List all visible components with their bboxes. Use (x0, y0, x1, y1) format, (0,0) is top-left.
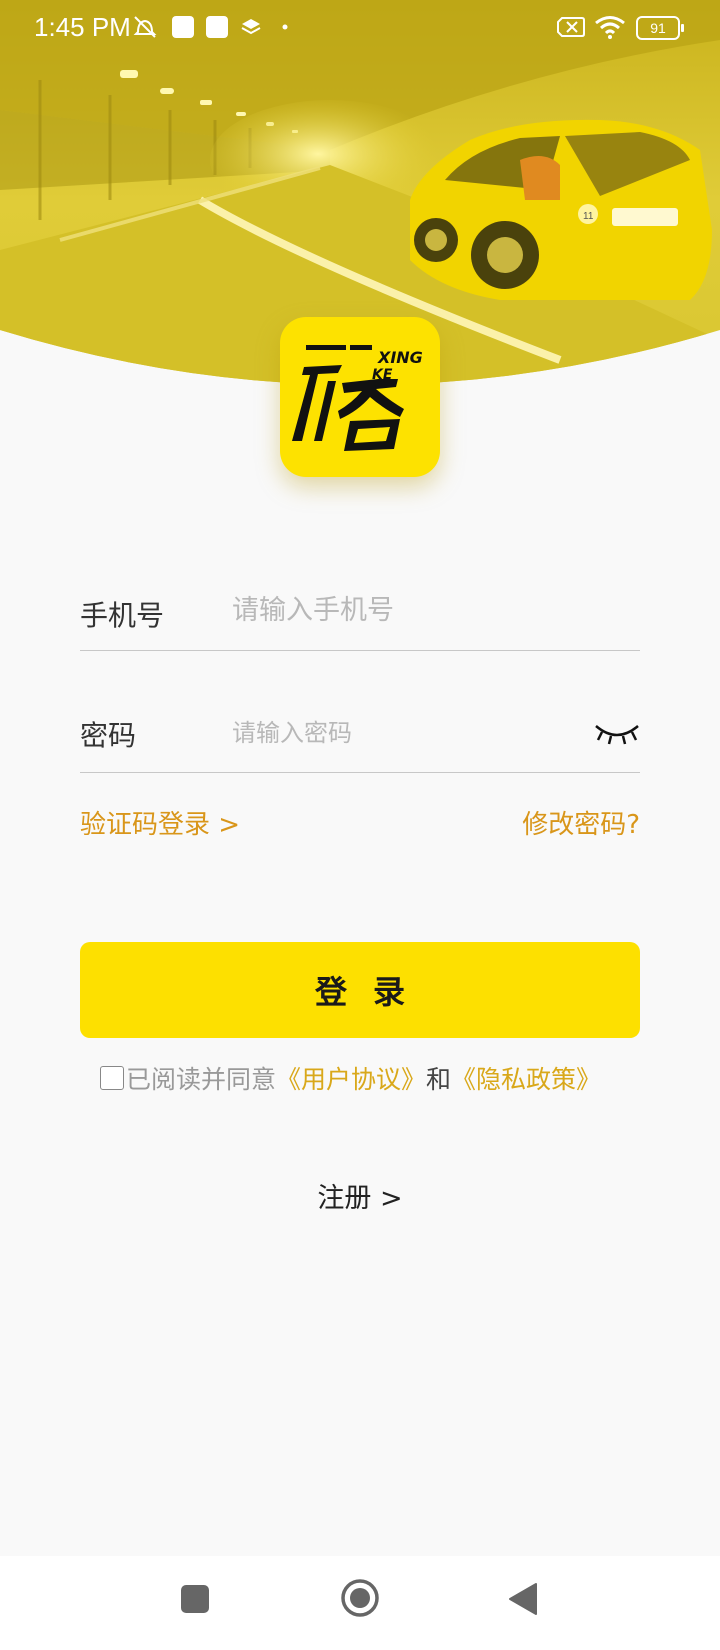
logo-text-top: XING (377, 348, 423, 367)
register-link[interactable]: 注册 > (0, 1176, 720, 1215)
phone-input[interactable] (232, 590, 632, 630)
square-icon (206, 16, 228, 38)
wifi-icon (595, 16, 625, 39)
password-input[interactable] (232, 714, 572, 752)
recents-button[interactable] (180, 1584, 210, 1614)
password-field: 密码 (80, 692, 640, 773)
layers-icon (241, 19, 261, 35)
phone-label: 手机号 (80, 599, 165, 632)
agreement-row: 已阅读并同意 《用户协议》 和 《隐私政策》 (100, 1058, 601, 1098)
agreement-and: 和 (426, 1065, 452, 1094)
agreement-prefix: 已阅读并同意 (126, 1065, 277, 1094)
agreement-checkbox[interactable] (100, 1066, 124, 1090)
sim-x-icon (557, 17, 585, 37)
sms-login-link[interactable]: 验证码登录 > (80, 804, 240, 841)
square-icon (172, 16, 194, 38)
password-label: 密码 (80, 719, 137, 752)
logo-text-bottom: KE (372, 367, 393, 383)
login-button[interactable]: 登录 (80, 942, 640, 1038)
status-bar: 1:45 PM 91 (0, 0, 720, 56)
svg-text:11: 11 (583, 211, 594, 222)
app-logo: XING KE (280, 317, 440, 477)
navigation-bar (0, 1556, 720, 1650)
user-agreement-link[interactable]: 《用户协议》 (276, 1060, 426, 1096)
mute-icon (133, 16, 157, 38)
dot-icon (282, 24, 288, 30)
privacy-policy-link[interactable]: 《隐私政策》 (451, 1060, 601, 1096)
phone-field: 手机号 (80, 570, 640, 651)
change-password-link[interactable]: 修改密码? (522, 804, 640, 841)
back-button[interactable] (508, 1582, 538, 1616)
home-button[interactable] (340, 1578, 380, 1618)
battery-icon: 91 (636, 16, 684, 40)
status-time: 1:45 PM (34, 12, 131, 42)
xingke-logo-icon: XING KE (292, 345, 423, 451)
eye-closed-icon[interactable] (594, 720, 640, 748)
